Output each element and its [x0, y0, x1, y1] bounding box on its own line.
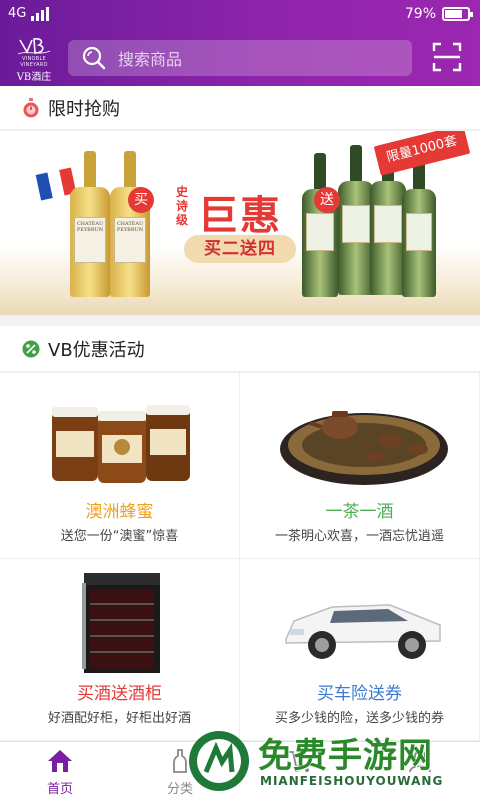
- category-icon: [173, 749, 187, 773]
- stopwatch-icon: [23, 97, 39, 117]
- status-right: 79%: [404, 6, 473, 22]
- app-header: 4G 79% VINOBLE VINEYARD VB酒庄 搜索商品: [0, 0, 480, 86]
- bottle-label: [342, 205, 370, 243]
- flash-sale-banner[interactable]: CHATEAU PEYBRUN CHATEAU PEYBRUN 买 史诗级 巨惠…: [0, 131, 480, 315]
- bottle-label: CHATEAU PEYBRUN: [74, 217, 106, 263]
- signal-indicator: 4G: [8, 6, 50, 21]
- promo-name: 澳洲蜂蜜: [85, 502, 154, 522]
- flash-sale-header[interactable]: 限时抢购: [0, 86, 480, 130]
- promo-big-text: 巨惠: [198, 193, 282, 239]
- promo-name: 买酒送酒柜: [77, 684, 162, 704]
- promo-desc: 送您一份“澳蜜”惊喜: [60, 529, 179, 544]
- battery-percent: 79%: [404, 6, 436, 22]
- promotions-header: VB优惠活动: [0, 326, 480, 372]
- promo-text: 史诗级 巨惠 买二送四: [172, 183, 312, 263]
- promo-card-honey[interactable]: 澳洲蜂蜜 送您一份“澳蜜”惊喜: [0, 373, 240, 559]
- promo-card-insurance[interactable]: 买车险送券 买多少钱的险，送多少钱的券: [240, 559, 480, 741]
- wine-bottle: [338, 145, 374, 295]
- buy-tag: 买: [128, 187, 154, 213]
- tab-profile[interactable]: [360, 742, 480, 800]
- logo-tagline: VINOBLE VINEYARD: [20, 56, 48, 68]
- flash-sale-title: 限时抢购: [48, 98, 120, 120]
- honey-jars-image: [52, 405, 190, 483]
- promo-name: 一茶一酒: [325, 502, 394, 522]
- wine-bottle: [402, 153, 436, 297]
- search-input[interactable]: 搜索商品: [68, 40, 412, 76]
- promotions-title: VB优惠活动: [48, 339, 145, 361]
- scan-icon[interactable]: [432, 42, 462, 72]
- gift-tag: 送: [314, 187, 340, 213]
- signal-bars-icon: [31, 7, 50, 21]
- bottle-label: [374, 205, 402, 243]
- app-screen: 4G 79% VINOBLE VINEYARD VB酒庄 搜索商品 限时抢购 C…: [0, 0, 480, 800]
- home-icon: [48, 750, 72, 772]
- user-icon: [409, 750, 431, 773]
- wine-cabinet-image: [82, 573, 160, 673]
- logo-mark-icon: [17, 38, 51, 55]
- promotions-grid: 澳洲蜂蜜 送您一份“澳蜜”惊喜 一茶一酒 一茶明心欢喜，一酒忘忧逍遥 买酒送酒柜…: [0, 373, 480, 741]
- tea-set-image: [280, 411, 448, 485]
- promo-desc: 一茶明心欢喜，一酒忘忧逍遥: [274, 529, 444, 544]
- bottle-label: CHATEAU PEYBRUN: [114, 217, 146, 263]
- tab-category[interactable]: 分类: [120, 742, 240, 800]
- wine-bottle: CHATEAU PEYBRUN: [70, 151, 110, 297]
- search-placeholder: 搜索商品: [118, 50, 183, 69]
- tab-cart[interactable]: [240, 742, 360, 800]
- tab-home[interactable]: 首页: [0, 742, 120, 800]
- discount-icon: [22, 340, 40, 357]
- wine-bottle: [302, 153, 338, 297]
- logo-name: VB酒庄: [16, 72, 52, 83]
- promo-desc: 买多少钱的险，送多少钱的券: [274, 711, 444, 726]
- network-type: 4G: [8, 6, 27, 21]
- battery-icon: [442, 7, 473, 21]
- brand-logo[interactable]: VINOBLE VINEYARD VB酒庄: [10, 36, 58, 83]
- promo-desc: 好酒配好柜，好柜出好酒: [47, 711, 191, 726]
- promo-card-tea[interactable]: 一茶一酒 一茶明心欢喜，一酒忘忧逍遥: [240, 373, 480, 559]
- promo-small-text: 史诗级: [176, 185, 189, 227]
- tab-label: 首页: [46, 782, 73, 797]
- wine-bottle: CHATEAU PEYBRUN: [110, 151, 150, 297]
- white-suv-image: [285, 604, 441, 659]
- cart-icon: [289, 751, 313, 772]
- bottle-label: [306, 213, 334, 251]
- promo-name: 买车险送券: [317, 684, 402, 704]
- promo-sub-text: 买二送四: [184, 235, 296, 263]
- status-bar: 4G 79%: [0, 0, 480, 30]
- tab-label: 分类: [166, 782, 193, 797]
- search-icon: [82, 46, 106, 70]
- bottle-label: [406, 213, 432, 251]
- promo-card-cabinet[interactable]: 买酒送酒柜 好酒配好柜，好柜出好酒: [0, 559, 240, 741]
- bottom-tab-bar: 首页 分类: [0, 741, 480, 800]
